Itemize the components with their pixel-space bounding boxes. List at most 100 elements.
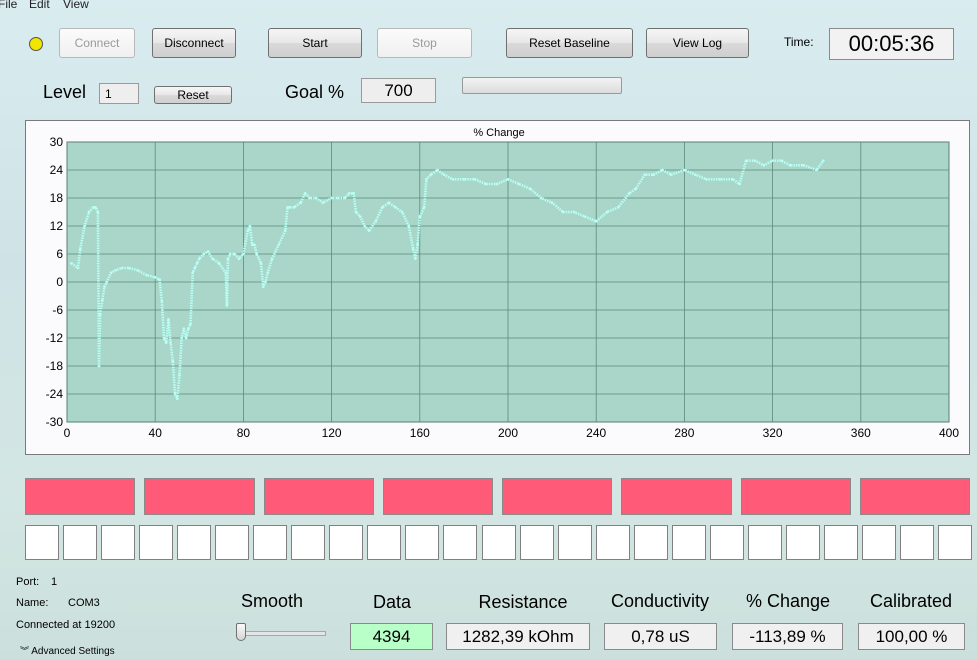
white-indicator xyxy=(215,525,250,560)
series-point xyxy=(233,252,236,256)
series-point xyxy=(771,159,774,162)
series-point xyxy=(705,178,708,181)
time-label: Time: xyxy=(784,35,814,49)
series-point xyxy=(303,192,307,195)
y-tick-label: 6 xyxy=(56,247,63,261)
series-point xyxy=(270,257,274,260)
view-log-button[interactable]: View Log xyxy=(646,28,749,58)
advanced-settings-toggle[interactable]: ︾ Advanced Settings xyxy=(20,644,115,657)
series-point xyxy=(411,248,415,251)
series-point xyxy=(160,299,164,302)
series-point xyxy=(347,192,351,195)
series-point xyxy=(153,276,157,279)
series-point xyxy=(425,178,428,181)
menu-view[interactable]: View xyxy=(63,0,89,10)
slider-thumb[interactable] xyxy=(236,623,246,641)
menu-file[interactable]: File xyxy=(0,0,17,10)
series-point xyxy=(225,304,229,307)
reset-baseline-button[interactable]: Reset Baseline xyxy=(506,28,633,58)
series-point xyxy=(788,164,792,167)
white-indicator xyxy=(747,525,782,560)
conductivity-value: 0,78 uS xyxy=(604,623,717,650)
series-point xyxy=(484,182,488,186)
start-button[interactable]: Start xyxy=(268,28,362,58)
series-point xyxy=(561,210,565,214)
series-point xyxy=(253,243,256,246)
white-indicator xyxy=(861,525,896,560)
white-indicator xyxy=(519,525,554,560)
connect-button[interactable]: Connect xyxy=(59,28,135,58)
series-point xyxy=(572,210,576,214)
series-point xyxy=(643,173,647,176)
series-point xyxy=(193,266,197,270)
series-point xyxy=(652,173,655,176)
series-point xyxy=(400,210,404,214)
series-point xyxy=(308,196,311,200)
series-point xyxy=(367,229,371,232)
y-tick-label: -24 xyxy=(46,387,64,401)
series-point xyxy=(288,206,292,209)
stop-button[interactable]: Stop xyxy=(377,28,472,58)
data-label: Data xyxy=(372,592,412,612)
series-point xyxy=(158,278,161,281)
white-indicator xyxy=(63,525,98,560)
series-point xyxy=(211,257,214,260)
series-point xyxy=(738,182,741,186)
y-tick-label: 24 xyxy=(50,163,64,177)
smooth-slider[interactable] xyxy=(230,622,328,644)
series-point xyxy=(76,266,80,270)
series-point xyxy=(87,210,91,214)
series-point xyxy=(224,271,228,274)
percent-change-label: % Change xyxy=(745,591,831,611)
series-point xyxy=(451,178,455,181)
series-point xyxy=(103,285,106,288)
series-point xyxy=(120,266,124,270)
data-value: 4394 xyxy=(350,623,433,650)
menu-edit[interactable]: Edit xyxy=(29,0,50,10)
series-point xyxy=(744,159,748,162)
goal-progress-bar xyxy=(462,77,622,94)
level-reset-button[interactable]: Reset xyxy=(154,86,232,104)
series-point xyxy=(97,364,101,368)
series-point xyxy=(616,206,620,209)
series-point xyxy=(694,173,697,176)
change-chart: % Change 30 24 18 12 6 0 -6 -12 -18 -24 -30 0 40 80 1… xyxy=(25,120,970,455)
series-point xyxy=(381,206,384,209)
series-point xyxy=(407,224,411,228)
series-point xyxy=(394,206,397,209)
white-indicator xyxy=(25,525,59,560)
series-point xyxy=(255,252,258,256)
series-point xyxy=(780,159,783,162)
series-point xyxy=(594,220,598,223)
disconnect-button[interactable]: Disconnect xyxy=(152,28,236,58)
series-point xyxy=(136,269,139,272)
series-point xyxy=(343,196,347,200)
series-point xyxy=(283,229,287,232)
series-point xyxy=(105,280,108,284)
percent-change-value: -113,89 % xyxy=(732,623,843,650)
series-point xyxy=(358,215,362,218)
level-field[interactable]: 1 xyxy=(99,83,139,104)
series-point xyxy=(462,178,466,181)
series-point xyxy=(731,178,735,181)
series-point xyxy=(191,271,194,274)
series-point xyxy=(259,262,263,265)
x-tick-label: 280 xyxy=(674,426,694,440)
goal-field[interactable]: 700 xyxy=(361,78,436,103)
change-chart-svg: % Change 30 24 18 12 6 0 -6 -12 -18 -24 -30 0 40 80 1… xyxy=(46,127,960,440)
series-point xyxy=(539,196,543,200)
series-point xyxy=(171,360,175,363)
white-indicator xyxy=(557,525,592,560)
white-indicator xyxy=(177,525,212,560)
series-point xyxy=(195,262,199,265)
x-tick-label: 0 xyxy=(64,426,71,440)
series-point xyxy=(169,341,172,344)
series-point xyxy=(627,192,631,195)
series-point xyxy=(266,271,269,274)
series-point xyxy=(661,168,664,172)
series-point xyxy=(321,201,325,204)
series-point xyxy=(634,187,638,190)
white-indicator xyxy=(633,525,668,560)
x-tick-label: 320 xyxy=(763,426,783,440)
series-point xyxy=(583,215,587,218)
